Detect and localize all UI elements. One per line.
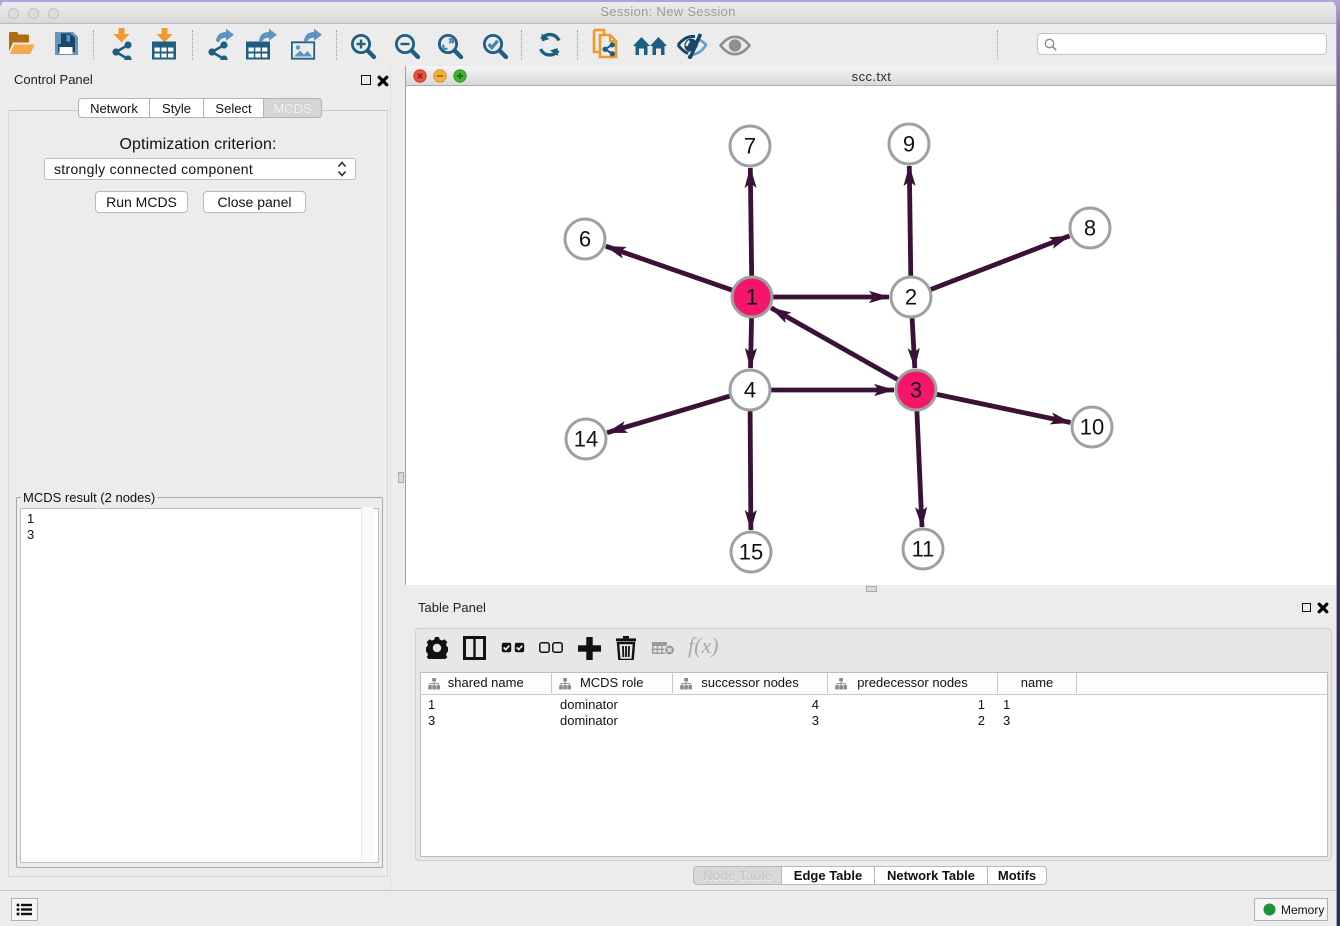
svg-text:7: 7 [744, 134, 756, 159]
svg-text:4: 4 [744, 378, 756, 403]
svg-text:9: 9 [903, 132, 915, 157]
svg-text:6: 6 [579, 227, 591, 252]
svg-text:10: 10 [1080, 415, 1104, 440]
svg-text:14: 14 [574, 427, 598, 452]
svg-text:11: 11 [912, 537, 935, 562]
svg-text:8: 8 [1084, 216, 1096, 241]
svg-text:3: 3 [910, 378, 922, 403]
svg-text:2: 2 [905, 285, 917, 310]
svg-text:1: 1 [746, 285, 758, 310]
svg-text:15: 15 [739, 540, 763, 565]
